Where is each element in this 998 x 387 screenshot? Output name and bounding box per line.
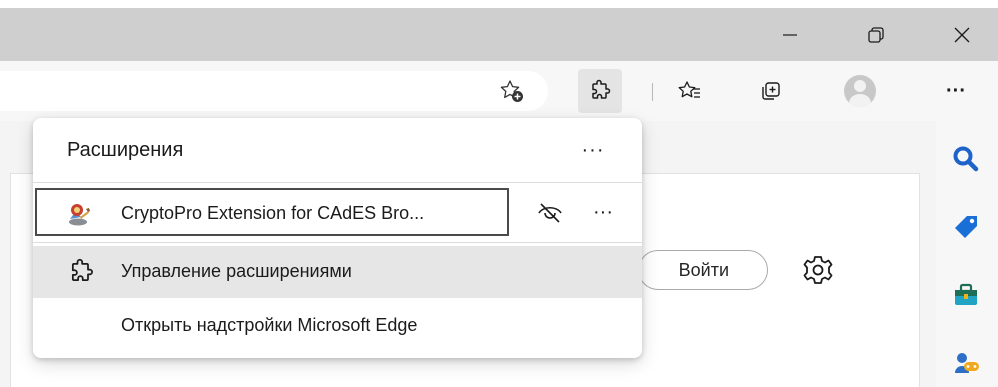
extension-item[interactable]: CryptoPro Extension for CAdES Bro... <box>35 188 509 236</box>
profile-avatar <box>844 75 876 107</box>
settings-more-button[interactable]: ··· <box>934 69 978 113</box>
login-button[interactable]: Войти <box>638 250 768 290</box>
minimize-icon <box>783 33 797 36</box>
tools-icon <box>955 283 977 305</box>
sidebar-shopping-button[interactable] <box>948 209 984 245</box>
extension-name: CryptoPro Extension for CAdES Bro... <box>121 203 425 223</box>
extensions-button[interactable] <box>578 69 622 113</box>
search-icon <box>953 146 979 172</box>
extensions-popup: Расширения ··· CryptoPro Extension for C… <box>33 118 642 358</box>
restore-button[interactable] <box>854 8 898 61</box>
favorites-button[interactable] <box>668 69 712 113</box>
games-icon <box>955 353 979 373</box>
cryptopro-icon <box>65 201 91 227</box>
sidebar-games-button[interactable] <box>948 345 984 381</box>
sidebar-tools-button[interactable] <box>948 277 984 313</box>
manage-extensions-item[interactable]: Управление расширениями <box>33 246 642 298</box>
popup-title: Расширения <box>67 139 184 161</box>
extensions-puzzle-icon <box>592 79 611 99</box>
minimize-button[interactable] <box>768 8 812 61</box>
browser-toolbar: ··· <box>0 61 998 121</box>
collections-icon <box>762 82 780 100</box>
shopping-tag-icon <box>955 216 977 238</box>
favorites-icon <box>678 81 700 98</box>
manage-extensions-label: Управление расширениями <box>121 261 352 281</box>
extension-more-button[interactable]: ··· <box>583 194 623 230</box>
restore-icon <box>868 26 884 43</box>
profile-button[interactable] <box>838 69 882 113</box>
add-favorite-button[interactable] <box>490 69 534 113</box>
edge-sidebar <box>936 121 998 387</box>
open-addons-label: Открыть надстройки Microsoft Edge <box>121 315 418 335</box>
title-bar <box>0 8 998 61</box>
collections-button[interactable] <box>748 69 792 113</box>
settings-gear-icon <box>803 256 833 284</box>
close-icon <box>954 27 970 42</box>
add-favorite-icon <box>500 80 523 102</box>
browser-window: ··· Войти Расширения ··· CryptoPro Exten… <box>0 0 998 387</box>
extensions-puzzle-icon <box>67 258 95 286</box>
popup-divider <box>33 242 642 243</box>
extensions-more-button[interactable]: ··· <box>573 132 613 168</box>
address-bar[interactable] <box>0 71 548 111</box>
popup-divider <box>33 182 642 183</box>
toolbar-separator <box>652 83 653 101</box>
close-button[interactable] <box>940 8 984 61</box>
hide-extension-button[interactable] <box>533 198 567 228</box>
settings-button[interactable] <box>800 252 836 288</box>
eye-hidden-icon <box>538 203 562 223</box>
sidebar-search-button[interactable] <box>948 141 984 177</box>
open-addons-item[interactable]: Открыть надстройки Microsoft Edge <box>33 300 642 352</box>
